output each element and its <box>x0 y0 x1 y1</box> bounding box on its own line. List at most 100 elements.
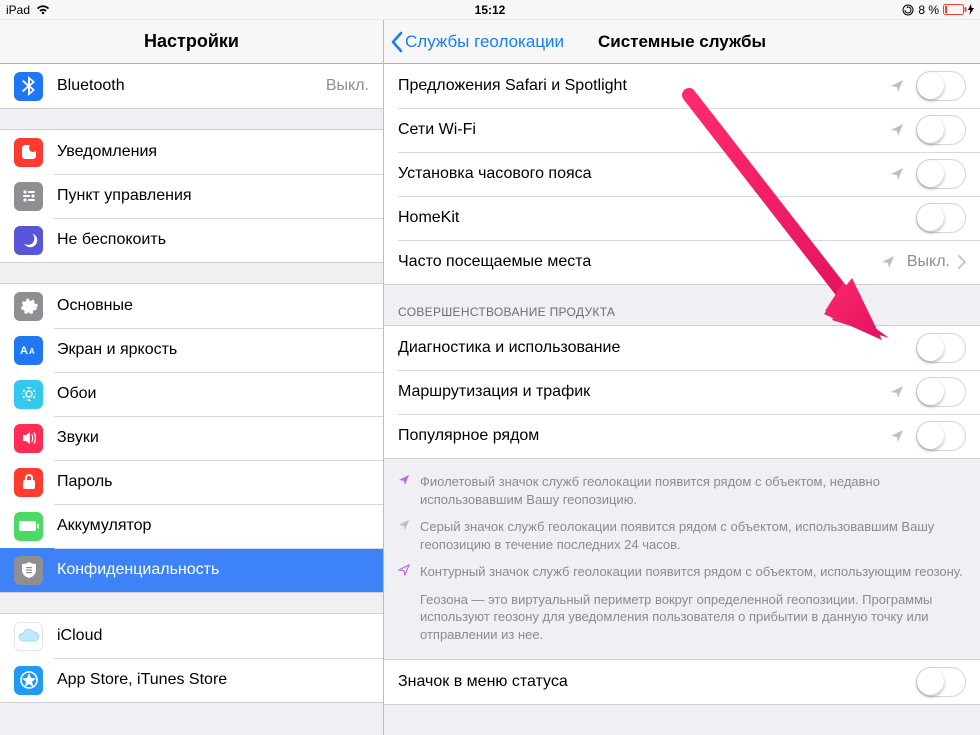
rotation-lock-icon <box>902 4 914 16</box>
footer-notes: Фиолетовый значок служб геолокации появи… <box>384 459 980 651</box>
system-service-row[interactable]: Часто посещаемые места Выкл. <box>384 240 980 284</box>
sidebar-item-label: Bluetooth <box>57 77 326 95</box>
location-arrow-icon <box>881 255 895 269</box>
chevron-left-icon <box>390 31 403 53</box>
location-arrow-icon <box>398 473 410 508</box>
sidebar-item-bluetooth[interactable]: Bluetooth Выкл. <box>0 64 383 108</box>
note-text: Геозона — это виртуальный периметр вокру… <box>420 591 966 644</box>
system-service-row[interactable]: Установка часового пояса <box>384 152 980 196</box>
sidebar-item-label: App Store, iTunes Store <box>57 671 383 689</box>
icloud-icon <box>14 622 43 651</box>
detail-pane: Службы геолокации Системные службы Предл… <box>384 20 980 735</box>
row-label: Сети Wi-Fi <box>398 121 890 139</box>
toggle-switch[interactable] <box>916 159 966 189</box>
system-service-row[interactable]: HomeKit <box>384 196 980 240</box>
toggle-switch[interactable] <box>916 333 966 363</box>
row-label: Значок в меню статуса <box>398 673 916 691</box>
sidebar-item-privacy[interactable]: Конфиденциальность <box>0 548 383 592</box>
sidebar-item-control-center[interactable]: Пункт управления <box>0 174 383 218</box>
sidebar-item-label: Не беспокоить <box>57 231 383 249</box>
general-icon <box>14 292 43 321</box>
detail-title: Системные службы <box>598 32 766 52</box>
back-button[interactable]: Службы геолокации <box>384 31 564 53</box>
sidebar-item-label: Звуки <box>57 429 383 447</box>
location-arrow-icon <box>890 429 904 443</box>
toggle-switch[interactable] <box>916 203 966 233</box>
wallpaper-icon <box>14 380 43 409</box>
location-arrow-icon <box>890 79 904 93</box>
battery-icon <box>943 4 974 15</box>
battery-icon <box>14 512 43 541</box>
sidebar-item-wallpaper[interactable]: Обои <box>0 372 383 416</box>
sidebar-item-display[interactable]: AA Экран и яркость <box>0 328 383 372</box>
sidebar-item-appstore[interactable]: App Store, iTunes Store <box>0 658 383 702</box>
toggle-switch[interactable] <box>916 115 966 145</box>
location-arrow-icon <box>890 123 904 137</box>
detail-header: Службы геолокации Системные службы <box>384 20 980 64</box>
chevron-right-icon <box>958 255 966 269</box>
settings-sidebar: Настройки Bluetooth Выкл. Уведомления <box>0 20 384 735</box>
system-service-row[interactable]: Диагностика и использование <box>384 326 980 370</box>
sidebar-item-label: Основные <box>57 297 383 315</box>
row-label: Диагностика и использование <box>398 339 916 357</box>
toggle-switch[interactable] <box>916 421 966 451</box>
passcode-icon <box>14 468 43 497</box>
row-label: Маршрутизация и трафик <box>398 383 890 401</box>
note-text: Фиолетовый значок служб геолокации появи… <box>420 473 966 508</box>
sidebar-item-icloud[interactable]: iCloud <box>0 614 383 658</box>
battery-percent: 8 % <box>918 3 939 17</box>
notifications-icon <box>14 138 43 167</box>
toggle-switch[interactable] <box>916 667 966 697</box>
toggle-switch[interactable] <box>916 71 966 101</box>
system-service-row[interactable]: Сети Wi-Fi <box>384 108 980 152</box>
device-label: iPad <box>6 3 30 17</box>
back-label: Службы геолокации <box>405 32 564 52</box>
system-service-row[interactable]: Предложения Safari и Spotlight <box>384 64 980 108</box>
sidebar-item-value: Выкл. <box>326 77 369 95</box>
sounds-icon <box>14 424 43 453</box>
row-label: HomeKit <box>398 209 916 227</box>
sidebar-title: Настройки <box>0 20 383 64</box>
sidebar-item-sounds[interactable]: Звуки <box>0 416 383 460</box>
location-arrow-icon <box>890 167 904 181</box>
note-text: Серый значок служб геолокации появится р… <box>420 518 966 553</box>
sidebar-item-notifications[interactable]: Уведомления <box>0 130 383 174</box>
sidebar-item-label: Экран и яркость <box>57 341 383 359</box>
section-header: Совершенствование продукта <box>384 285 980 325</box>
charging-icon <box>968 4 974 15</box>
bluetooth-icon <box>14 72 43 101</box>
row-label: Часто посещаемые места <box>398 253 881 271</box>
display-icon: AA <box>14 336 43 365</box>
system-service-row[interactable]: Маршрутизация и трафик <box>384 370 980 414</box>
note-text: Контурный значок служб геолокации появит… <box>420 563 963 581</box>
location-arrow-icon <box>890 385 904 399</box>
sidebar-item-label: Конфиденциальность <box>57 561 383 579</box>
location-arrow-icon <box>398 518 410 553</box>
sidebar-item-general[interactable]: Основные <box>0 284 383 328</box>
status-bar: iPad 15:12 8 % <box>0 0 980 20</box>
sidebar-item-label: Аккумулятор <box>57 517 383 535</box>
sidebar-item-passcode[interactable]: Пароль <box>0 460 383 504</box>
location-arrow-icon <box>398 563 410 581</box>
sidebar-item-label: Пароль <box>57 473 383 491</box>
row-label: Предложения Safari и Spotlight <box>398 77 890 95</box>
sidebar-item-label: Уведомления <box>57 143 383 161</box>
wifi-icon <box>36 5 50 15</box>
sidebar-item-label: iCloud <box>57 627 383 645</box>
svg-text:A: A <box>29 347 35 356</box>
control-center-icon <box>14 182 43 211</box>
system-service-row[interactable]: Популярное рядом <box>384 414 980 458</box>
row-value: Выкл. <box>907 253 950 271</box>
status-time: 15:12 <box>475 3 506 17</box>
sidebar-item-label: Пункт управления <box>57 187 383 205</box>
sidebar-item-label: Обои <box>57 385 383 403</box>
dnd-icon <box>14 226 43 255</box>
sidebar-item-battery[interactable]: Аккумулятор <box>0 504 383 548</box>
row-label: Установка часового пояса <box>398 165 890 183</box>
toggle-switch[interactable] <box>916 377 966 407</box>
appstore-icon <box>14 666 43 695</box>
system-service-row[interactable]: Значок в меню статуса <box>384 660 980 704</box>
svg-text:A: A <box>20 345 28 357</box>
sidebar-item-dnd[interactable]: Не беспокоить <box>0 218 383 262</box>
row-label: Популярное рядом <box>398 427 890 445</box>
